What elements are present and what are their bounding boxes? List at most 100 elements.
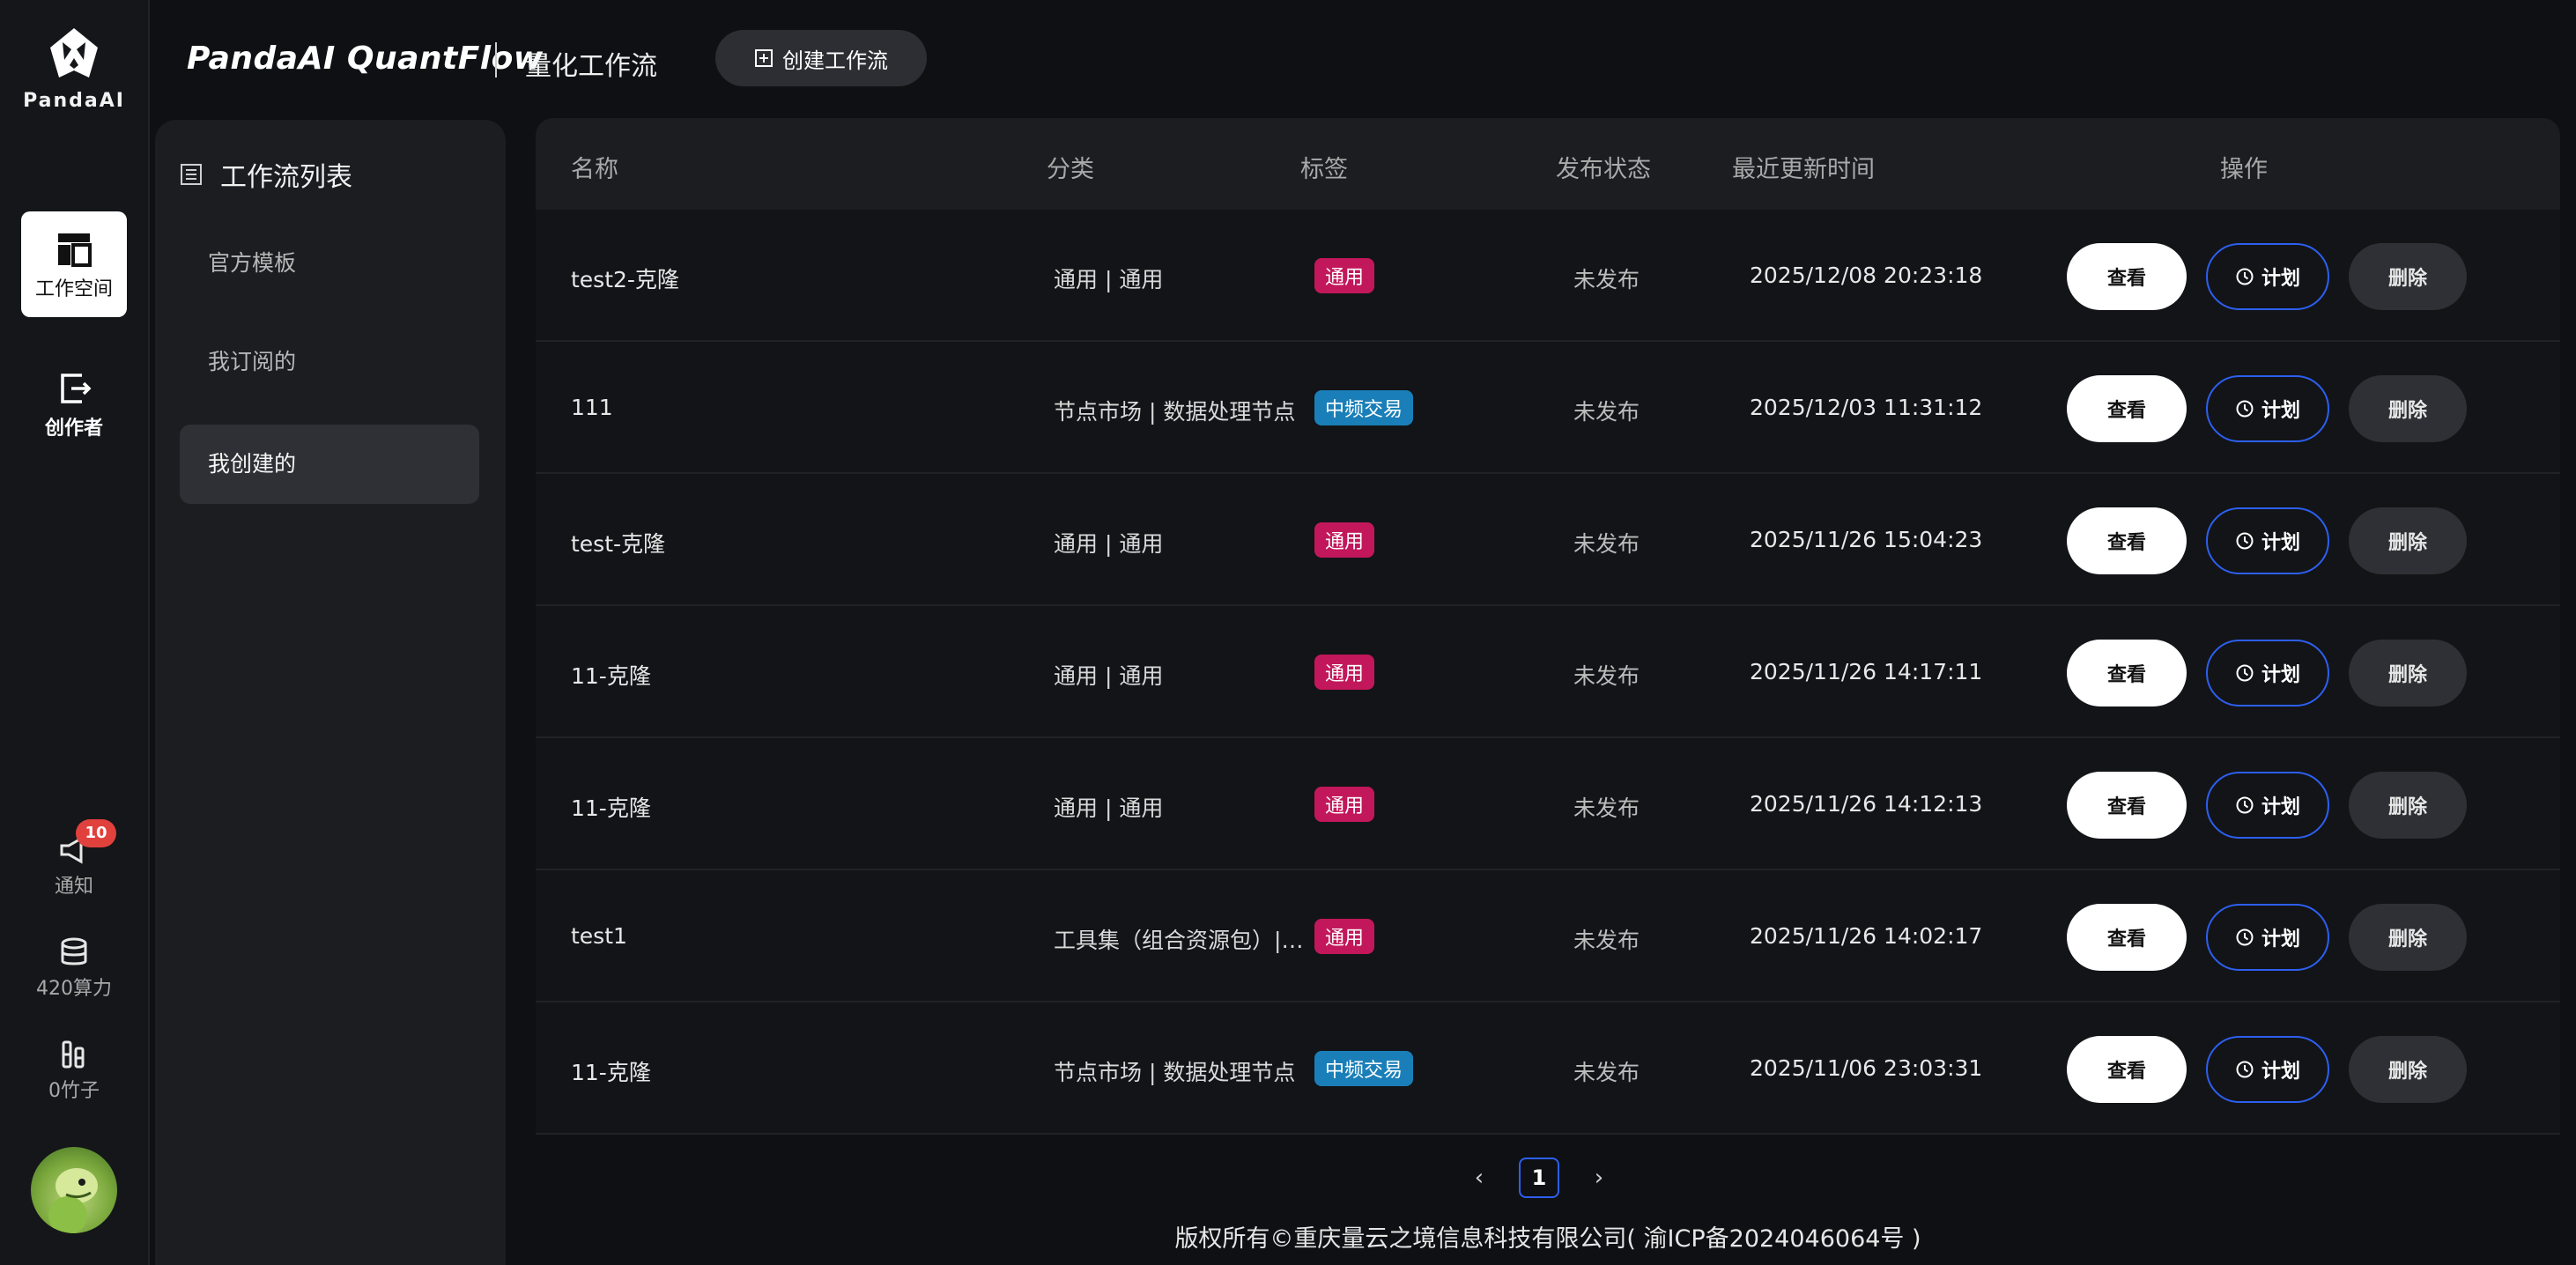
delete-button-label: 删除 <box>2387 400 2427 422</box>
delete-button[interactable]: 删除 <box>2349 507 2467 574</box>
view-button[interactable]: 查看 <box>2067 904 2187 971</box>
plan-button-label: 计划 <box>2261 400 2300 422</box>
brand-title: PandaAI QuantFlow <box>187 41 544 77</box>
panel-title: 工作流列表 <box>180 155 352 194</box>
view-button[interactable]: 查看 <box>2067 640 2187 706</box>
header-divider <box>495 42 497 78</box>
table-row: 11-克隆 通用 | 通用 通用 未发布 2025/11/26 14:17:11… <box>536 606 2560 738</box>
row-tag-badge: 通用 <box>1314 787 1375 822</box>
table-row: 11-克隆 节点市场 | 数据处理节点 中频交易 未发布 2025/11/06 … <box>536 1002 2560 1135</box>
workflow-table: 名称 分类 标签 发布状态 最近更新时间 操作 test2-克隆 通用 | 通用… <box>536 118 2560 1135</box>
delete-button[interactable]: 删除 <box>2349 640 2467 706</box>
row-category: 节点市场 | 数据处理节点 <box>1054 399 1296 425</box>
view-button[interactable]: 查看 <box>2067 1036 2187 1103</box>
panda-logo-icon <box>50 28 98 78</box>
rail-bamboo[interactable]: 0竹子 <box>21 1039 127 1103</box>
rail-bamboo-label: 0竹子 <box>48 1080 100 1102</box>
delete-button[interactable]: 删除 <box>2349 375 2467 442</box>
row-name: 11-克隆 <box>571 663 651 689</box>
bamboo-icon <box>62 1040 85 1069</box>
list-icon <box>181 164 202 185</box>
workspace-icon <box>58 233 92 267</box>
notification-badge: 10 <box>76 819 116 847</box>
panel-item-subscribed[interactable]: 我订阅的 <box>180 322 479 402</box>
delete-button[interactable]: 删除 <box>2349 904 2467 971</box>
delete-button[interactable]: 删除 <box>2349 772 2467 839</box>
plan-button[interactable]: 计划 <box>2206 640 2329 706</box>
view-button[interactable]: 查看 <box>2067 507 2187 574</box>
plan-button-label: 计划 <box>2261 928 2300 951</box>
clock-icon <box>2236 664 2254 682</box>
page-number-current[interactable]: 1 <box>1519 1158 1559 1198</box>
delete-button-label: 删除 <box>2387 1061 2427 1083</box>
plan-button[interactable]: 计划 <box>2206 507 2329 574</box>
clock-icon <box>2236 796 2254 814</box>
header-actions: 操作 <box>2220 156 2268 183</box>
view-button[interactable]: 查看 <box>2067 375 2187 442</box>
row-status: 未发布 <box>1573 928 1640 953</box>
row-status: 未发布 <box>1573 531 1640 557</box>
row-tag-badge: 中频交易 <box>1314 390 1414 425</box>
delete-button-label: 删除 <box>2387 928 2427 951</box>
row-updated-time: 2025/11/26 15:04:23 <box>1750 527 1983 552</box>
table-row: test1 工具集（组合资源包）| ... 通用 未发布 2025/11/26 … <box>536 870 2560 1002</box>
row-tag-badge: 通用 <box>1314 258 1375 293</box>
top-header: PandaAI QuantFlow 量化工作流 创建工作流 <box>150 0 2576 123</box>
create-workflow-button[interactable]: 创建工作流 <box>715 30 927 86</box>
plan-button[interactable]: 计划 <box>2206 1036 2329 1103</box>
plan-button-label: 计划 <box>2261 532 2300 554</box>
view-button[interactable]: 查看 <box>2067 772 2187 839</box>
database-icon <box>61 937 87 965</box>
plan-button[interactable]: 计划 <box>2206 243 2329 310</box>
view-button-label: 查看 <box>2106 664 2146 686</box>
row-updated-time: 2025/11/06 23:03:31 <box>1750 1055 1983 1081</box>
row-category: 通用 | 通用 <box>1054 795 1164 821</box>
pagination: ‹ 1 › <box>1466 1158 1612 1198</box>
row-status: 未发布 <box>1573 399 1640 425</box>
rail-creator[interactable]: 创作者 <box>21 370 127 440</box>
row-name: 11-克隆 <box>571 1060 651 1085</box>
next-page-button[interactable]: › <box>1586 1165 1612 1191</box>
row-status: 未发布 <box>1573 267 1640 292</box>
prev-page-button[interactable]: ‹ <box>1466 1165 1492 1191</box>
row-name: 111 <box>571 395 613 420</box>
panel-title-text: 工作流列表 <box>220 162 352 193</box>
header-tag: 标签 <box>1300 156 1348 183</box>
clock-icon <box>2236 928 2254 946</box>
rail-compute[interactable]: 420算力 <box>21 937 127 1001</box>
plan-button[interactable]: 计划 <box>2206 375 2329 442</box>
plan-button[interactable]: 计划 <box>2206 904 2329 971</box>
rail-notifications[interactable]: 10 通知 <box>21 819 127 899</box>
avatar[interactable] <box>31 1147 117 1233</box>
row-status: 未发布 <box>1573 663 1640 689</box>
panel-item-created[interactable]: 我创建的 <box>180 425 479 504</box>
row-updated-time: 2025/12/08 20:23:18 <box>1750 263 1983 288</box>
row-status: 未发布 <box>1573 1060 1640 1085</box>
delete-button-label: 删除 <box>2387 664 2427 686</box>
view-button-label: 查看 <box>2106 532 2146 554</box>
table-row: 11-克隆 通用 | 通用 通用 未发布 2025/11/26 14:12:13… <box>536 738 2560 870</box>
view-button-label: 查看 <box>2106 928 2146 951</box>
row-updated-time: 2025/11/26 14:02:17 <box>1750 923 1983 949</box>
delete-button[interactable]: 删除 <box>2349 1036 2467 1103</box>
panel-item-official-templates[interactable]: 官方模板 <box>180 224 479 303</box>
header-name: 名称 <box>571 156 618 183</box>
page-subtitle: 量化工作流 <box>525 51 657 82</box>
plan-button-label: 计划 <box>2261 1061 2300 1083</box>
row-tag-badge: 通用 <box>1314 919 1375 954</box>
plan-button-label: 计划 <box>2261 796 2300 818</box>
delete-button[interactable]: 删除 <box>2349 243 2467 310</box>
rail-workspace[interactable]: 工作空间 <box>21 211 127 317</box>
rail-creator-label: 创作者 <box>44 418 103 440</box>
header-status: 发布状态 <box>1556 156 1651 183</box>
view-button-label: 查看 <box>2106 1061 2146 1083</box>
plan-button[interactable]: 计划 <box>2206 772 2329 839</box>
logo[interactable]: PandaAI <box>0 23 148 112</box>
table-row: test2-克隆 通用 | 通用 通用 未发布 2025/12/08 20:23… <box>536 210 2560 342</box>
row-category: 节点市场 | 数据处理节点 <box>1054 1060 1296 1085</box>
header-updated: 最近更新时间 <box>1732 156 1875 183</box>
row-category: 工具集（组合资源包）| ... <box>1054 928 1309 953</box>
view-button[interactable]: 查看 <box>2067 243 2187 310</box>
footer-copyright: 版权所有©重庆量云之境信息科技有限公司( 渝ICP备2024046064号 ) <box>1174 1225 1921 1253</box>
row-tag-badge: 通用 <box>1314 522 1375 558</box>
